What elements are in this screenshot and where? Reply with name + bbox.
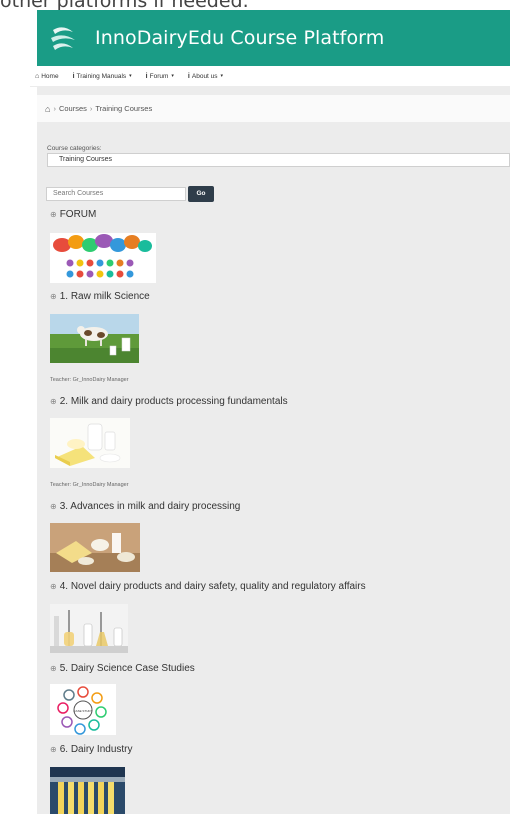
course-teacher: Teacher: Gr_InnoDairy Manager	[50, 482, 129, 488]
course-title-dairy-industry[interactable]: ⊕ 6. Dairy Industry	[50, 744, 133, 755]
course-title-case-studies[interactable]: ⊕ 5. Dairy Science Case Studies	[50, 663, 195, 674]
course-title-label: FORUM	[59, 209, 97, 220]
nav-training-manuals-label: Training Manuals	[76, 72, 127, 80]
course-icon: ⊕	[50, 292, 57, 301]
go-button[interactable]: Go	[188, 186, 214, 202]
case-study-thumbnail[interactable]: CASE STUDY	[50, 684, 116, 735]
breadcrumb-training-courses[interactable]: Training Courses	[95, 104, 152, 113]
nav-training-manuals[interactable]: i Training Manuals ▾	[73, 73, 132, 80]
nav-forum[interactable]: i Forum ▾	[146, 73, 174, 80]
course-icon: ⊕	[50, 582, 57, 591]
forum-thumbnail[interactable]	[50, 233, 156, 283]
breadcrumb-separator: ›	[53, 104, 56, 113]
nav-home-label: Home	[41, 72, 59, 80]
lab-thumbnail[interactable]	[50, 604, 128, 653]
breadcrumb-courses[interactable]: Courses	[59, 104, 87, 113]
course-icon: ⊕	[50, 397, 57, 406]
nav-about-us[interactable]: i About us ▾	[188, 73, 223, 80]
course-title-label: 4. Novel dairy products and dairy safety…	[59, 581, 366, 592]
course-title-label: 3. Advances in milk and dairy processing	[59, 501, 241, 512]
nav-about-us-label: About us	[191, 72, 218, 80]
innodairy-logo-icon[interactable]	[47, 22, 79, 54]
search-courses-input[interactable]: Search Courses	[46, 187, 186, 201]
course-title-advances[interactable]: ⊕ 3. Advances in milk and dairy processi…	[50, 501, 240, 512]
course-categories-label: Course categories:	[47, 145, 102, 152]
caret-down-icon: ▾	[171, 73, 174, 79]
course-category-select[interactable]: Training Courses	[47, 153, 510, 167]
home-icon[interactable]: ⌂	[45, 104, 50, 114]
site-title[interactable]: InnoDairyEdu Course Platform	[95, 27, 384, 49]
course-title-forum[interactable]: ⊕ FORUM	[50, 209, 96, 220]
nav-home[interactable]: ⌂ Home	[35, 73, 59, 80]
course-title-raw-milk[interactable]: ⊕ 1. Raw milk Science	[50, 291, 150, 302]
course-icon: ⊕	[50, 210, 57, 219]
breadcrumb-separator: ›	[89, 104, 93, 113]
info-icon: i	[72, 72, 75, 80]
course-title-label: 6. Dairy Industry	[59, 744, 133, 755]
course-title-novel-products[interactable]: ⊕ 4. Novel dairy products and dairy safe…	[50, 581, 366, 592]
course-title-label: 5. Dairy Science Case Studies	[59, 663, 195, 674]
site-header: InnoDairyEdu Course Platform	[37, 10, 510, 66]
dairy-industry-thumbnail[interactable]	[50, 767, 125, 814]
course-icon: ⊕	[50, 664, 57, 673]
top-navbar: ⌂ Home i Training Manuals ▾ i Forum ▾ i …	[30, 66, 510, 87]
breadcrumb: ⌂ › Courses › Training Courses	[37, 95, 510, 122]
cutoff-text: other platforms if needed.	[0, 0, 510, 10]
case-study-center-label: CASE STUDY	[73, 709, 92, 713]
info-icon: i	[145, 72, 148, 80]
course-title-label: 2. Milk and dairy products processing fu…	[59, 396, 288, 407]
dairy-products-thumbnail[interactable]	[50, 418, 130, 468]
caret-down-icon: ▾	[220, 73, 224, 79]
course-title-processing-fundamentals[interactable]: ⊕ 2. Milk and dairy products processing …	[50, 396, 288, 407]
dairy-advances-thumbnail[interactable]	[50, 523, 140, 572]
nav-forum-label: Forum	[149, 72, 169, 80]
caret-down-icon: ▾	[129, 73, 132, 79]
main-content: ⌂ › Courses › Training Courses Course ca…	[37, 87, 510, 814]
course-icon: ⊕	[50, 745, 57, 754]
course-icon: ⊕	[50, 502, 57, 511]
raw-milk-thumbnail[interactable]	[50, 314, 139, 363]
course-title-label: 1. Raw milk Science	[59, 291, 150, 302]
course-teacher: Teacher: Gr_InnoDairy Manager	[50, 377, 129, 383]
home-icon: ⌂	[35, 72, 40, 80]
info-icon: i	[187, 72, 190, 80]
